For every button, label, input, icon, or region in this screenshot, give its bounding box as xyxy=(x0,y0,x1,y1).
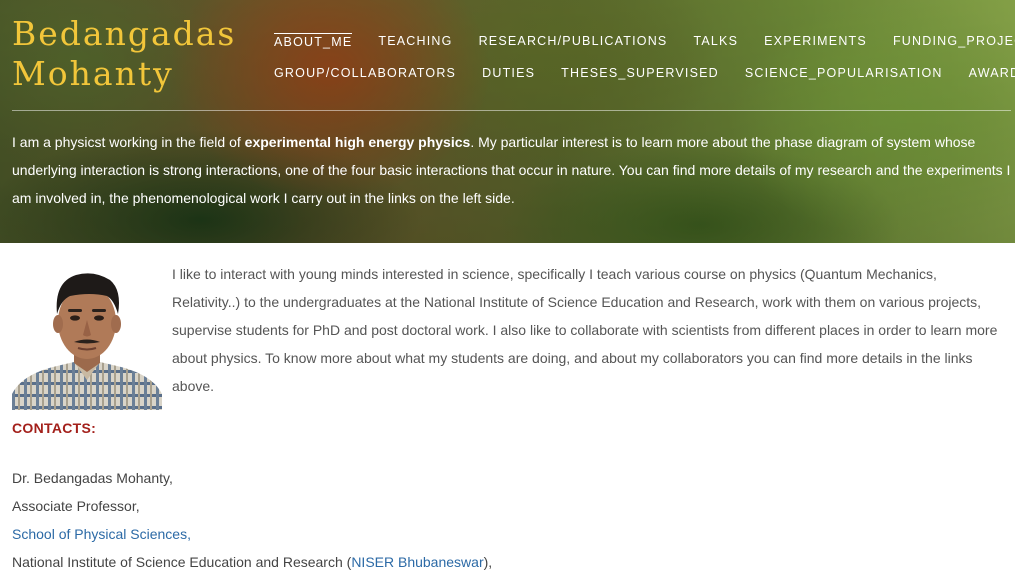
nav-talks[interactable]: TALKS xyxy=(693,34,738,50)
nav-awards[interactable]: AWARDS xyxy=(969,66,1015,82)
institute-text-end: ), xyxy=(483,554,493,570)
nav-group-collaborators[interactable]: GROUP/COLLABORATORS xyxy=(274,66,456,82)
hero-divider xyxy=(12,110,1011,111)
school-link[interactable]: School of Physical Sciences, xyxy=(12,526,191,542)
institute-text: National Institute of Science Education … xyxy=(12,554,352,570)
profile-photo xyxy=(12,262,162,410)
hero-banner: Bedangadas Mohanty ABOUT_ME TEACHING RES… xyxy=(0,0,1015,243)
nav-research-publications[interactable]: RESEARCH/PUBLICATIONS xyxy=(479,34,668,50)
nav-teaching[interactable]: TEACHING xyxy=(378,34,452,50)
site-title-line-2: Mohanty xyxy=(12,54,174,93)
niser-link[interactable]: NISER Bhubaneswar xyxy=(351,554,483,570)
nav-theses-supervised[interactable]: THESES_SUPERVISED xyxy=(561,66,719,82)
nav-about-me[interactable]: ABOUT_ME xyxy=(274,33,353,51)
contact-institute-line: National Institute of Science Education … xyxy=(12,548,492,576)
contact-name: Dr. Bedangadas Mohanty, xyxy=(12,470,173,486)
nav-funding-projects[interactable]: FUNDING_PROJECTS xyxy=(893,34,1015,50)
nav-row-2: GROUP/COLLABORATORS DUTIES THESES_SUPERV… xyxy=(274,58,1015,90)
bio-paragraph: I like to interact with young minds inte… xyxy=(172,266,998,394)
portrait-image xyxy=(12,262,162,410)
contact-position: Associate Professor, xyxy=(12,498,140,514)
intro-text-before: I am a physicst working in the field of xyxy=(12,134,245,150)
nav-science-popularisation[interactable]: SCIENCE_POPULARISATION xyxy=(745,66,943,82)
site-title[interactable]: Bedangadas Mohanty xyxy=(12,14,236,94)
site-title-line-1: Bedangadas xyxy=(12,14,237,53)
contact-details: Dr. Bedangadas Mohanty, Associate Profes… xyxy=(12,464,492,576)
intro-paragraph: I am a physicst working in the field of … xyxy=(12,128,1012,212)
main-nav: ABOUT_ME TEACHING RESEARCH/PUBLICATIONS … xyxy=(274,26,1015,90)
contacts-heading: CONTACTS: xyxy=(12,420,97,436)
contact-school-line: School of Physical Sciences, xyxy=(12,520,492,548)
intro-emphasis: experimental high energy physics xyxy=(244,134,471,150)
nav-row-1: ABOUT_ME TEACHING RESEARCH/PUBLICATIONS … xyxy=(274,26,1015,58)
nav-experiments[interactable]: EXPERIMENTS xyxy=(764,34,867,50)
nav-duties[interactable]: DUTIES xyxy=(482,66,535,82)
